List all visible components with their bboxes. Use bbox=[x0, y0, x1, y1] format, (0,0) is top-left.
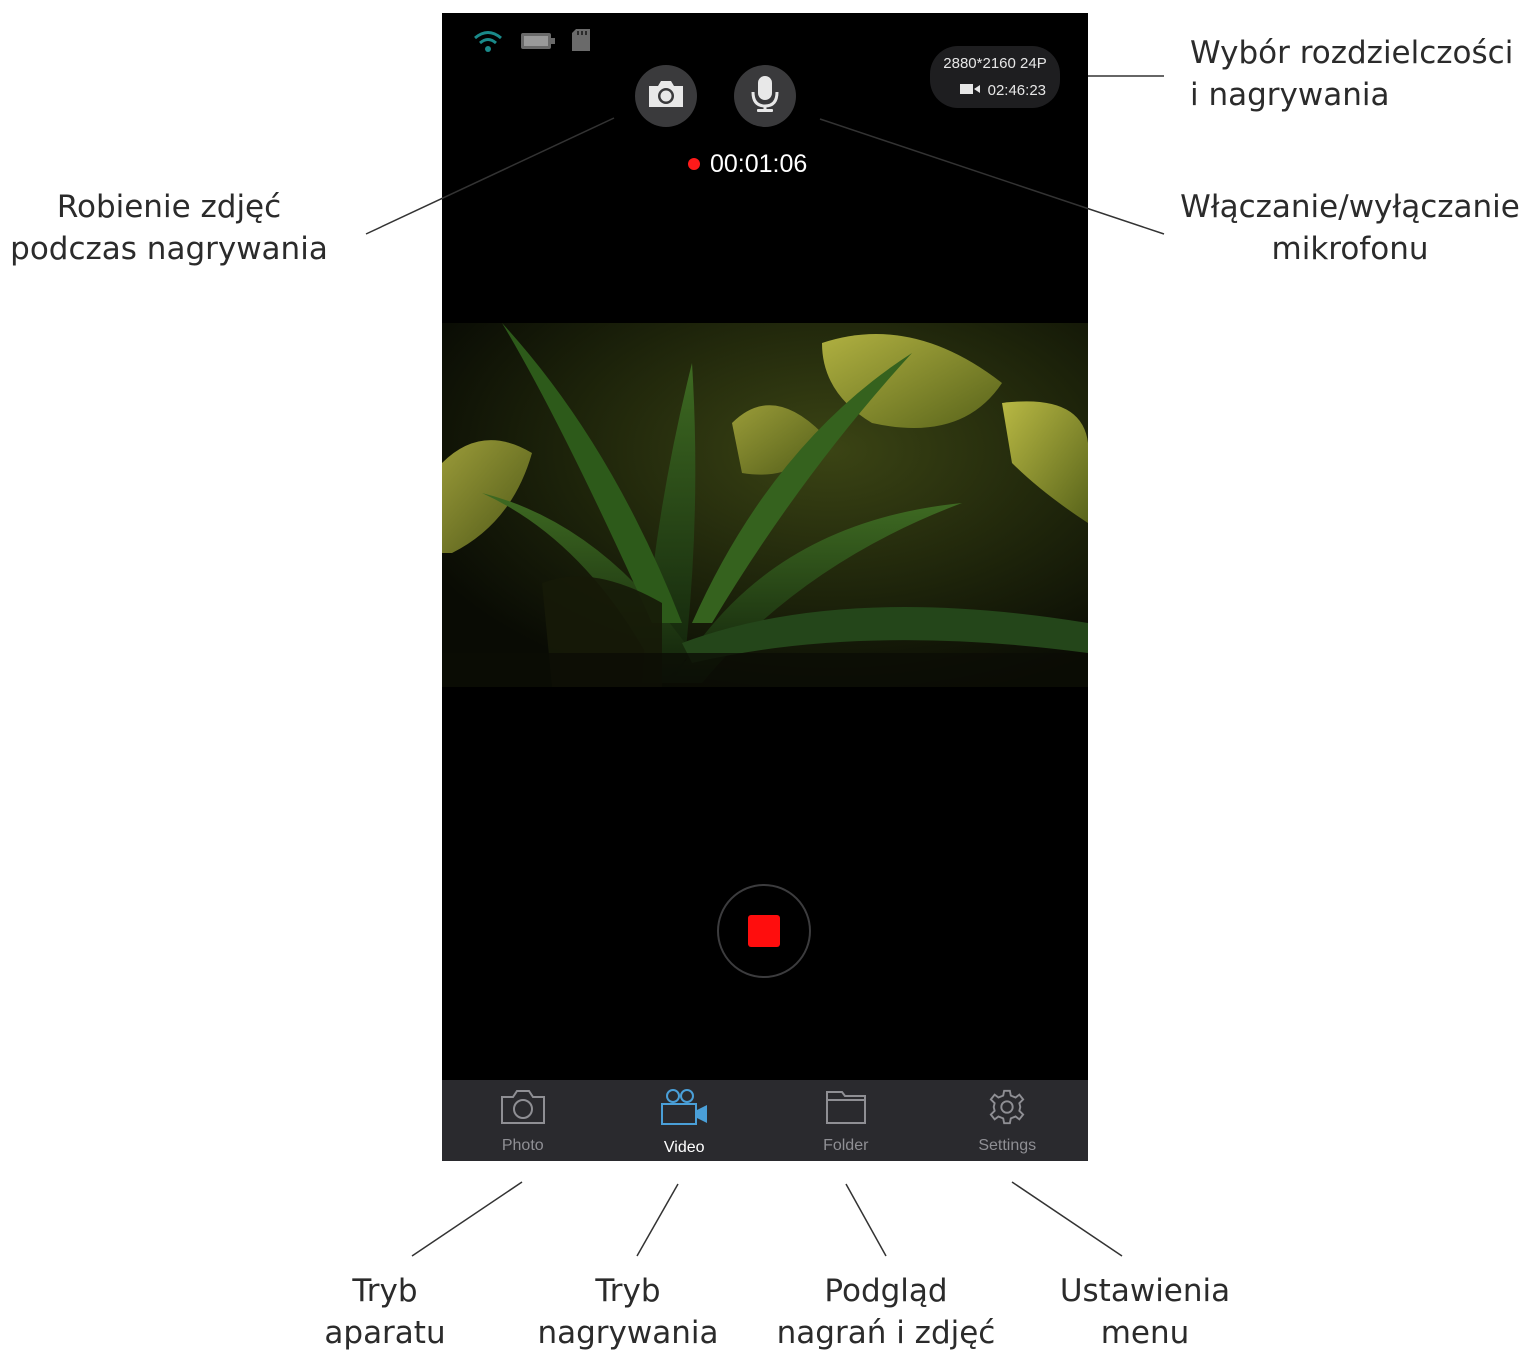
camera-icon bbox=[499, 1088, 547, 1131]
annotation-line: mikrofonu bbox=[1271, 231, 1429, 267]
video-camera-icon bbox=[959, 82, 980, 99]
tab-settings[interactable]: Settings bbox=[927, 1080, 1089, 1161]
remaining-time: 02:46:23 bbox=[987, 82, 1046, 99]
recording-indicator: 00:01:06 bbox=[688, 149, 807, 179]
annotation-photo-mode: Tryb aparatu bbox=[300, 1270, 470, 1354]
sd-card-icon bbox=[570, 28, 592, 57]
annotation-line: podczas nagrywania bbox=[10, 231, 328, 267]
resolution-mode: 2880*2160 24P bbox=[943, 55, 1047, 72]
video-camera-icon bbox=[659, 1088, 709, 1133]
camera-icon bbox=[646, 78, 686, 115]
camera-preview bbox=[442, 323, 1088, 687]
annotation-line: aparatu bbox=[324, 1315, 446, 1351]
annotation-microphone: Włączanie/wyłączanie mikrofonu bbox=[1172, 186, 1528, 270]
annotation-line: Robienie zdjęć bbox=[56, 189, 282, 225]
tab-folder-label: Folder bbox=[823, 1137, 869, 1154]
annotation-line: Tryb bbox=[352, 1273, 418, 1309]
stop-recording-button[interactable] bbox=[717, 884, 811, 978]
microphone-icon bbox=[750, 74, 780, 119]
tab-video-label: Video bbox=[663, 1139, 705, 1156]
battery-icon bbox=[520, 31, 556, 56]
recording-dot bbox=[688, 158, 700, 170]
annotation-line: Włączanie/wyłączanie bbox=[1180, 189, 1520, 225]
gear-icon bbox=[987, 1088, 1027, 1131]
annotation-line: Tryb bbox=[595, 1273, 661, 1309]
annotation-line: Ustawienia bbox=[1059, 1273, 1231, 1309]
stop-icon bbox=[748, 915, 780, 947]
annotation-line: menu bbox=[1100, 1315, 1190, 1351]
annotation-line: i nagrywania bbox=[1190, 77, 1390, 113]
resolution-selector[interactable]: 2880*2160 24P 02:46:23 bbox=[930, 46, 1060, 108]
capture-photo-button[interactable] bbox=[635, 65, 697, 127]
annotation-photo-during-recording: Robienie zdjęć podczas nagrywania bbox=[10, 186, 328, 270]
annotation-settings: Ustawienia menu bbox=[1050, 1270, 1240, 1354]
wifi-icon bbox=[472, 29, 504, 58]
recording-timer: 00:01:06 bbox=[710, 149, 808, 178]
tab-video[interactable]: Video bbox=[604, 1080, 766, 1161]
phone-screen: 2880*2160 24P 02:46:23 00:01:06 Photo Vi… bbox=[442, 13, 1088, 1161]
annotation-line: nagrywania bbox=[537, 1315, 719, 1351]
annotation-resolution: Wybór rozdzielczości i nagrywania bbox=[1190, 32, 1513, 116]
tab-photo[interactable]: Photo bbox=[442, 1080, 604, 1161]
annotation-gallery: Podgląd nagrań i zdjęć bbox=[770, 1270, 1002, 1354]
annotation-line: Podgląd bbox=[824, 1273, 948, 1309]
bottom-tab-bar: Photo Video Folder Settings bbox=[442, 1080, 1088, 1161]
annotation-line: Wybór rozdzielczości bbox=[1190, 35, 1514, 71]
tab-photo-label: Photo bbox=[501, 1137, 544, 1154]
folder-icon bbox=[824, 1088, 868, 1131]
tab-folder[interactable]: Folder bbox=[765, 1080, 927, 1161]
tab-settings-label: Settings bbox=[978, 1137, 1037, 1154]
microphone-toggle-button[interactable] bbox=[734, 65, 796, 127]
annotation-line: nagrań i zdjęć bbox=[776, 1315, 996, 1351]
annotation-video-mode: Tryb nagrywania bbox=[530, 1270, 726, 1354]
